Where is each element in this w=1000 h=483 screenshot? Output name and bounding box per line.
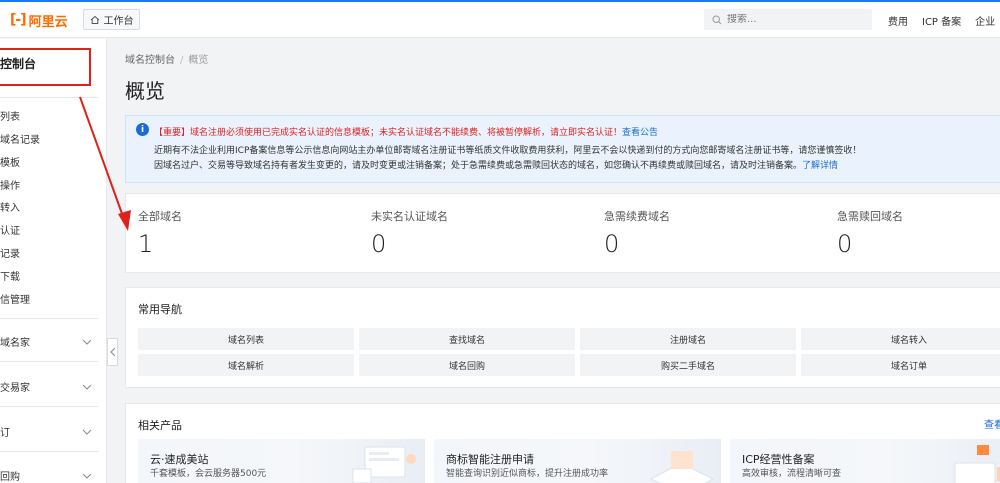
sidebar-divider	[0, 451, 98, 452]
sidebar-item-transfer-in[interactable]: 转入	[0, 199, 20, 214]
sidebar-item-list[interactable]: 列表	[0, 108, 20, 123]
nav-dns-button[interactable]: 域名解析	[138, 354, 354, 376]
top-links: 费用 ICP 备案 企业 支	[888, 13, 1000, 28]
stat-value[interactable]: 0	[604, 230, 670, 258]
top-bar: [-] 阿里云 工作台 费用 ICP 备案 企业 支	[0, 0, 1000, 38]
sidebar-item-operations[interactable]: 操作	[0, 177, 20, 192]
top-link-enterprise[interactable]: 企业	[975, 13, 995, 28]
stat-label: 未实名认证域名	[371, 210, 448, 223]
sidebar-group-label: 域名家	[0, 338, 30, 349]
notice-line-transfer: 因域名过户、交易等导致域名持有者发生变更的，请及时变更或注销备案；处于急需续费或…	[154, 158, 838, 171]
nav-transfer-in-button[interactable]: 域名转入	[801, 328, 1000, 350]
aliyun-logo[interactable]: [-] 阿里云	[10, 11, 68, 30]
common-nav-card: 常用导航 域名列表 查找域名 注册域名 域名转入 域名解析 域名回购 购买二手域…	[125, 287, 1000, 388]
sidebar-divider	[0, 406, 98, 407]
product-name: 商标智能注册申请	[446, 453, 534, 466]
sidebar-group-label: 回购	[0, 472, 20, 483]
stat-redeem-urgent[interactable]: 急需赎回域名 0	[837, 208, 903, 258]
nav-find-domain-button[interactable]: 查找域名	[359, 328, 575, 350]
sidebar-group-label: 交易家	[0, 383, 30, 394]
trademark-illustration: AI	[649, 451, 715, 483]
chevron-left-icon	[109, 347, 115, 357]
site-builder-illustration	[352, 446, 416, 483]
icp-illustration	[954, 445, 1000, 483]
top-link-fee[interactable]: 费用	[888, 13, 908, 28]
notice-important-text: 【重要】域名注册必须使用已完成实名认证的信息模板；未实名认证域名不能续费、将被暂…	[154, 128, 623, 138]
stat-label: 急需赎回域名	[837, 210, 903, 223]
logo-name: 阿里云	[28, 14, 68, 30]
nav-domain-list-button[interactable]: 域名列表	[138, 328, 354, 350]
product-icp[interactable]: ICP经营性备案 高效审核，流程清晰可查	[730, 439, 1000, 483]
related-products-title: 相关产品	[138, 419, 182, 432]
breadcrumb: 域名控制台 / 概览	[125, 51, 208, 66]
search-icon	[712, 14, 722, 24]
stat-renewal-urgent[interactable]: 急需续费域名 0	[604, 208, 670, 258]
chevron-down-icon	[82, 339, 92, 345]
sidebar-item-records[interactable]: 域名记录	[0, 131, 40, 146]
nav-register-domain-button[interactable]: 注册域名	[580, 328, 796, 350]
stat-unverified-domains[interactable]: 未实名认证域名 0	[371, 208, 448, 258]
nav-buyback-button[interactable]: 域名回购	[359, 354, 575, 376]
related-products-card: 相关产品 查看 云·速成美站 千套模板，会云服务器500元 商标智能注册申请 智…	[125, 403, 1000, 483]
product-name: 云·速成美站	[150, 453, 209, 466]
notice-line-fraud: 近期有不法企业利用ICP备案信息等公示信息向网站主办单位邮寄域名注册证书等纸质文…	[154, 146, 862, 156]
highlight-box	[0, 48, 91, 86]
product-name: ICP经营性备案	[742, 453, 815, 466]
workbench-button[interactable]: 工作台	[83, 9, 140, 30]
sidebar-item-info-manage[interactable]: 信管理	[0, 291, 30, 306]
sidebar-group-buyback[interactable]: 回购	[0, 468, 98, 483]
search-input[interactable]	[727, 14, 867, 25]
chevron-down-icon	[82, 384, 92, 390]
sidebar-collapse-button[interactable]	[107, 338, 118, 366]
view-more-link[interactable]: 查看	[984, 416, 1000, 431]
workbench-label: 工作台	[103, 16, 134, 27]
stat-value[interactable]: 0	[837, 230, 903, 258]
sidebar-item-template[interactable]: 模板	[0, 154, 20, 169]
product-desc: 千套模板，会云服务器500元	[150, 469, 267, 479]
nav-buy-used-domain-button[interactable]: 购买二手域名	[580, 354, 796, 376]
notice-transfer-text: 因域名过户、交易等导致域名持有者发生变更的，请及时变更或注销备案；处于急需续费或…	[154, 161, 803, 171]
home-icon	[90, 15, 99, 24]
nav-domain-orders-button[interactable]: 域名订单	[801, 354, 1000, 376]
sidebar: 控制台 列表 域名记录 模板 操作 转入 认证 记录 下载 信管理 域名家 交易…	[0, 39, 107, 483]
product-site-builder[interactable]: 云·速成美站 千套模板，会云服务器500元	[138, 439, 425, 483]
logo-mark: [-]	[10, 12, 27, 28]
view-announcement-link[interactable]: 查看公告	[622, 128, 658, 138]
learn-more-link[interactable]: 了解详情	[802, 161, 838, 171]
notice-line-important: 【重要】域名注册必须使用已完成实名认证的信息模板；未实名认证域名不能续费、将被暂…	[154, 125, 658, 138]
search-box[interactable]	[704, 9, 872, 30]
top-accent-line	[0, 0, 1000, 2]
sidebar-item-verification[interactable]: 认证	[0, 222, 20, 237]
sidebar-divider	[0, 97, 98, 98]
breadcrumb-root[interactable]: 域名控制台	[125, 55, 175, 66]
product-trademark[interactable]: 商标智能注册申请 智能查询识别近似商标，提升注册成功率 AI	[434, 439, 721, 483]
sidebar-divider	[0, 361, 98, 362]
stat-label: 全部域名	[138, 210, 182, 223]
sidebar-group-order[interactable]: 订	[0, 424, 98, 439]
sidebar-group-label: 订	[0, 428, 10, 439]
sidebar-group-domain-expert[interactable]: 域名家	[0, 334, 98, 349]
info-icon: i	[136, 123, 149, 136]
notice-banner: i 【重要】域名注册必须使用已完成实名认证的信息模板；未实名认证域名不能续费、将…	[125, 115, 1000, 183]
sidebar-item-log[interactable]: 记录	[0, 245, 20, 260]
stat-value[interactable]: 0	[371, 230, 448, 258]
product-desc: 高效审核，流程清晰可查	[742, 469, 842, 479]
stat-value[interactable]: 1	[138, 230, 182, 258]
top-link-icp[interactable]: ICP 备案	[922, 13, 961, 28]
common-nav-title: 常用导航	[138, 303, 182, 316]
chevron-down-icon	[82, 473, 92, 479]
stat-label: 急需续费域名	[604, 210, 670, 223]
chevron-down-icon	[82, 429, 92, 435]
breadcrumb-separator: /	[180, 55, 184, 66]
stats-card: 全部域名 1 未实名认证域名 0 急需续费域名 0 急需赎回域名 0	[125, 193, 1000, 273]
page-title: 概览	[125, 79, 165, 103]
sidebar-item-download[interactable]: 下载	[0, 268, 20, 283]
breadcrumb-current: 概览	[188, 55, 209, 66]
stat-all-domains[interactable]: 全部域名 1	[138, 208, 182, 258]
product-desc: 智能查询识别近似商标，提升注册成功率	[446, 469, 609, 479]
sidebar-divider	[0, 318, 98, 319]
sidebar-group-trade[interactable]: 交易家	[0, 379, 98, 394]
